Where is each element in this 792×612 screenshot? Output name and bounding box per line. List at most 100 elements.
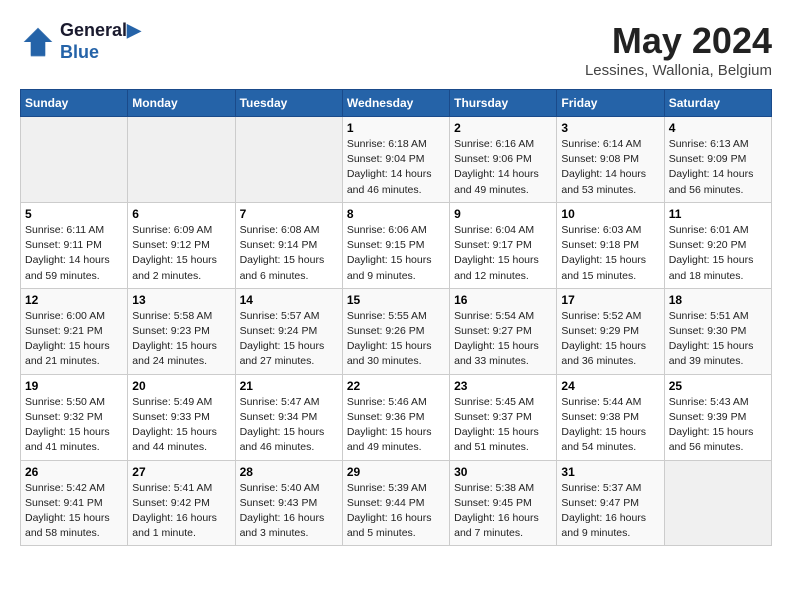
day-info: Sunrise: 6:16 AMSunset: 9:06 PMDaylight:… [454,137,552,198]
day-info: Sunrise: 5:39 AMSunset: 9:44 PMDaylight:… [347,481,445,542]
day-info: Sunrise: 5:42 AMSunset: 9:41 PMDaylight:… [25,481,123,542]
calendar-cell: 11Sunrise: 6:01 AMSunset: 9:20 PMDayligh… [664,202,771,288]
calendar-cell [128,117,235,203]
day-number: 16 [454,293,552,307]
day-info: Sunrise: 6:00 AMSunset: 9:21 PMDaylight:… [25,309,123,370]
day-info: Sunrise: 5:37 AMSunset: 9:47 PMDaylight:… [561,481,659,542]
day-info: Sunrise: 5:43 AMSunset: 9:39 PMDaylight:… [669,395,767,456]
calendar-cell: 5 Sunrise: 6:11 AMSunset: 9:11 PMDaylight… [21,202,128,288]
day-number: 12 [25,293,123,307]
day-number: 8 [347,207,445,221]
page-header: General▶ Blue May 2024 Lessines, Walloni… [20,20,772,79]
day-number: 11 [669,207,767,221]
calendar-cell: 26 Sunrise: 5:42 AMSunset: 9:41 PMDayligh… [21,460,128,546]
day-number: 5 [25,207,123,221]
calendar-cell: 15 Sunrise: 5:55 AMSunset: 9:26 PMDayligh… [342,288,449,374]
day-number: 7 [240,207,338,221]
weekday-header-thursday: Thursday [450,90,557,117]
weekday-header-sunday: Sunday [21,90,128,117]
day-number: 28 [240,465,338,479]
calendar-cell: 29 Sunrise: 5:39 AMSunset: 9:44 PMDayligh… [342,460,449,546]
calendar-cell: 8Sunrise: 6:06 AMSunset: 9:15 PMDaylight… [342,202,449,288]
logo: General▶ Blue [20,20,141,63]
weekday-header-monday: Monday [128,90,235,117]
day-number: 20 [132,379,230,393]
calendar-week-3: 12 Sunrise: 6:00 AMSunset: 9:21 PMDayligh… [21,288,772,374]
calendar-week-1: 1Sunrise: 6:18 AMSunset: 9:04 PMDaylight… [21,117,772,203]
day-info: Sunrise: 6:03 AMSunset: 9:18 PMDaylight:… [561,223,659,284]
day-number: 21 [240,379,338,393]
weekday-header-saturday: Saturday [664,90,771,117]
calendar-cell: 12 Sunrise: 6:00 AMSunset: 9:21 PMDayligh… [21,288,128,374]
calendar-cell: 27 Sunrise: 5:41 AMSunset: 9:42 PMDayligh… [128,460,235,546]
calendar-cell: 28Sunrise: 5:40 AMSunset: 9:43 PMDayligh… [235,460,342,546]
day-number: 10 [561,207,659,221]
day-info: Sunrise: 5:41 AMSunset: 9:42 PMDaylight:… [132,481,230,542]
day-number: 26 [25,465,123,479]
day-number: 23 [454,379,552,393]
day-info: Sunrise: 5:50 AMSunset: 9:32 PMDaylight:… [25,395,123,456]
day-info: Sunrise: 5:46 AMSunset: 9:36 PMDaylight:… [347,395,445,456]
calendar-cell: 16 Sunrise: 5:54 AMSunset: 9:27 PMDayligh… [450,288,557,374]
calendar-week-2: 5 Sunrise: 6:11 AMSunset: 9:11 PMDaylight… [21,202,772,288]
calendar-cell: 3Sunrise: 6:14 AMSunset: 9:08 PMDaylight… [557,117,664,203]
calendar-cell: 13Sunrise: 5:58 AMSunset: 9:23 PMDayligh… [128,288,235,374]
day-number: 14 [240,293,338,307]
calendar-cell: 21Sunrise: 5:47 AMSunset: 9:34 PMDayligh… [235,374,342,460]
month-title: May 2024 [585,20,772,62]
calendar-cell: 14 Sunrise: 5:57 AMSunset: 9:24 PMDayligh… [235,288,342,374]
calendar-cell: 20 Sunrise: 5:49 AMSunset: 9:33 PMDayligh… [128,374,235,460]
calendar-cell [21,117,128,203]
day-number: 15 [347,293,445,307]
calendar-cell: 9 Sunrise: 6:04 AMSunset: 9:17 PMDaylight… [450,202,557,288]
calendar-cell [235,117,342,203]
day-info: Sunrise: 5:58 AMSunset: 9:23 PMDaylight:… [132,309,230,370]
weekday-header-tuesday: Tuesday [235,90,342,117]
day-info: Sunrise: 5:38 AMSunset: 9:45 PMDaylight:… [454,481,552,542]
calendar-cell: 1Sunrise: 6:18 AMSunset: 9:04 PMDaylight… [342,117,449,203]
day-info: Sunrise: 6:04 AMSunset: 9:17 PMDaylight:… [454,223,552,284]
day-number: 29 [347,465,445,479]
day-number: 18 [669,293,767,307]
day-number: 6 [132,207,230,221]
calendar-cell: 31 Sunrise: 5:37 AMSunset: 9:47 PMDayligh… [557,460,664,546]
calendar-cell: 18 Sunrise: 5:51 AMSunset: 9:30 PMDayligh… [664,288,771,374]
calendar-cell: 7Sunrise: 6:08 AMSunset: 9:14 PMDaylight… [235,202,342,288]
day-number: 31 [561,465,659,479]
day-info: Sunrise: 5:52 AMSunset: 9:29 PMDaylight:… [561,309,659,370]
day-info: Sunrise: 5:49 AMSunset: 9:33 PMDaylight:… [132,395,230,456]
calendar-cell: 17 Sunrise: 5:52 AMSunset: 9:29 PMDayligh… [557,288,664,374]
calendar-week-5: 26 Sunrise: 5:42 AMSunset: 9:41 PMDayligh… [21,460,772,546]
calendar-cell: 2Sunrise: 6:16 AMSunset: 9:06 PMDaylight… [450,117,557,203]
calendar-cell: 6 Sunrise: 6:09 AMSunset: 9:12 PMDaylight… [128,202,235,288]
day-number: 3 [561,121,659,135]
calendar-week-4: 19 Sunrise: 5:50 AMSunset: 9:32 PMDayligh… [21,374,772,460]
day-info: Sunrise: 5:55 AMSunset: 9:26 PMDaylight:… [347,309,445,370]
day-number: 17 [561,293,659,307]
day-number: 25 [669,379,767,393]
day-number: 19 [25,379,123,393]
weekday-header-wednesday: Wednesday [342,90,449,117]
day-number: 24 [561,379,659,393]
day-number: 27 [132,465,230,479]
calendar-cell [664,460,771,546]
logo-icon [20,24,56,60]
day-number: 30 [454,465,552,479]
day-info: Sunrise: 6:11 AMSunset: 9:11 PMDaylight:… [25,223,123,284]
day-info: Sunrise: 6:13 AMSunset: 9:09 PMDaylight:… [669,137,767,198]
calendar-cell: 24Sunrise: 5:44 AMSunset: 9:38 PMDayligh… [557,374,664,460]
day-info: Sunrise: 5:54 AMSunset: 9:27 PMDaylight:… [454,309,552,370]
day-info: Sunrise: 6:18 AMSunset: 9:04 PMDaylight:… [347,137,445,198]
day-number: 4 [669,121,767,135]
day-info: Sunrise: 5:57 AMSunset: 9:24 PMDaylight:… [240,309,338,370]
weekday-header-friday: Friday [557,90,664,117]
day-number: 9 [454,207,552,221]
calendar-cell: 4 Sunrise: 6:13 AMSunset: 9:09 PMDaylight… [664,117,771,203]
day-info: Sunrise: 5:45 AMSunset: 9:37 PMDaylight:… [454,395,552,456]
day-info: Sunrise: 6:09 AMSunset: 9:12 PMDaylight:… [132,223,230,284]
calendar-cell: 30 Sunrise: 5:38 AMSunset: 9:45 PMDayligh… [450,460,557,546]
day-number: 22 [347,379,445,393]
day-info: Sunrise: 5:51 AMSunset: 9:30 PMDaylight:… [669,309,767,370]
calendar-table: SundayMondayTuesdayWednesdayThursdayFrid… [20,89,772,546]
weekday-header-row: SundayMondayTuesdayWednesdayThursdayFrid… [21,90,772,117]
